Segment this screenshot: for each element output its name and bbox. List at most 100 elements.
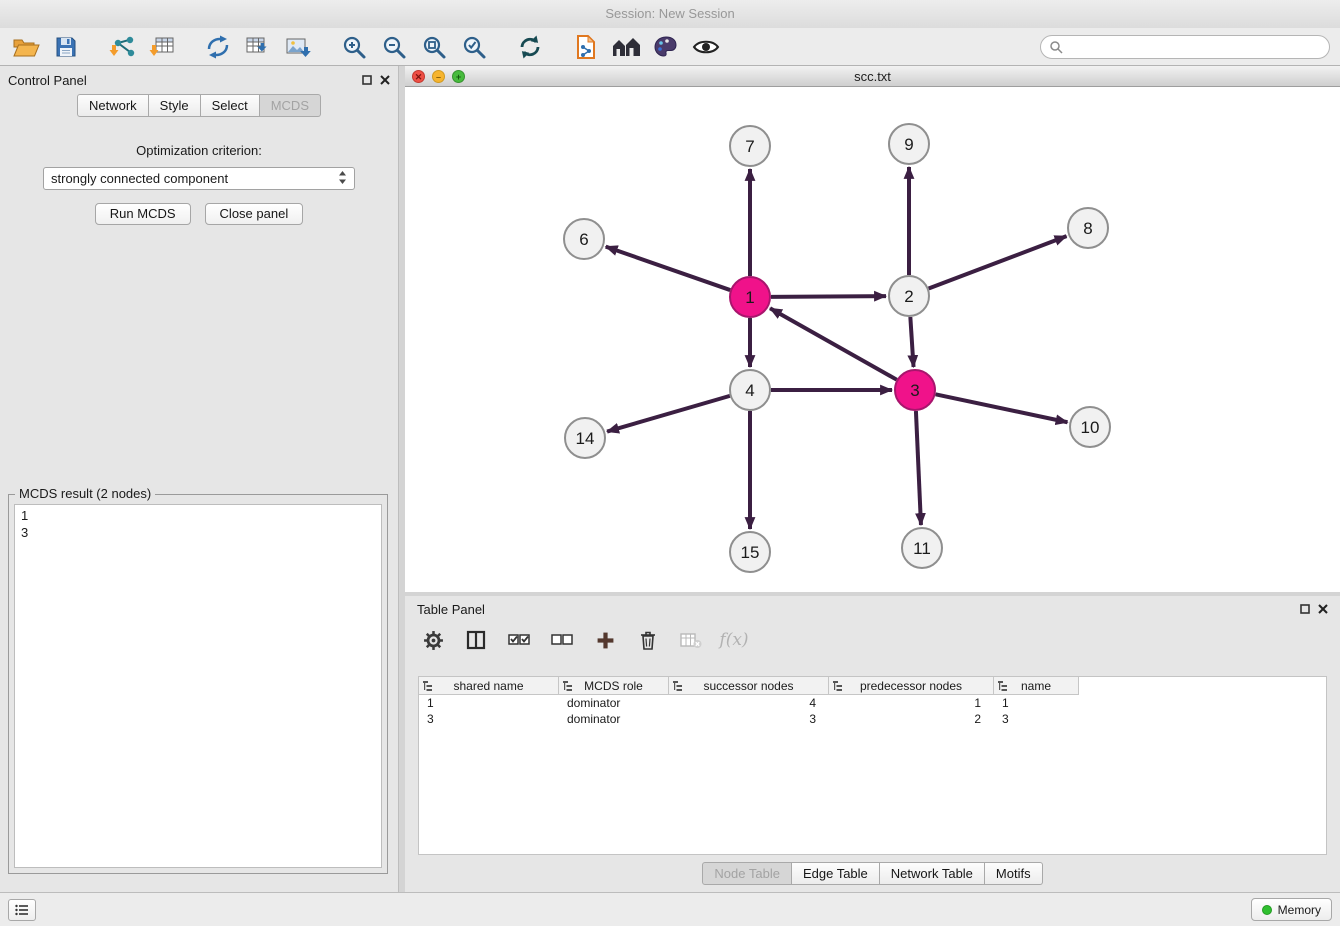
control-panel-tabs: NetworkStyleSelectMCDS bbox=[0, 94, 398, 117]
deselect-all-button[interactable] bbox=[550, 628, 574, 652]
zoom-out-icon bbox=[381, 34, 407, 60]
home-layout-button[interactable] bbox=[610, 31, 642, 63]
table-cell: 3 bbox=[669, 712, 829, 726]
window-titlebar: Session: New Session bbox=[0, 0, 1340, 28]
mcds-result-list[interactable]: 13 bbox=[14, 504, 382, 868]
criterion-dropdown[interactable]: strongly connected component bbox=[43, 167, 355, 190]
table-row[interactable]: 3dominator323 bbox=[419, 711, 1326, 727]
node-7[interactable]: 7 bbox=[730, 126, 770, 166]
add-row-button[interactable] bbox=[593, 628, 617, 652]
column-header-label: name bbox=[1021, 679, 1051, 693]
close-window-button[interactable] bbox=[412, 70, 425, 83]
tab-network[interactable]: Network bbox=[77, 94, 149, 117]
node-9[interactable]: 9 bbox=[889, 124, 929, 164]
table-tab-edge-table[interactable]: Edge Table bbox=[792, 862, 880, 885]
status-bar: Memory bbox=[0, 892, 1340, 926]
node-8[interactable]: 8 bbox=[1068, 208, 1108, 248]
edge-3-1[interactable] bbox=[770, 308, 897, 379]
save-disk-icon bbox=[54, 35, 78, 59]
node-2[interactable]: 2 bbox=[889, 276, 929, 316]
close-panel-button[interactable]: Close panel bbox=[205, 203, 304, 225]
edge-3-10[interactable] bbox=[936, 394, 1068, 422]
export-image-button[interactable] bbox=[282, 31, 314, 63]
column-header-shared-name[interactable]: shared name bbox=[419, 677, 559, 695]
float-table-panel-icon[interactable] bbox=[1300, 602, 1310, 617]
create-column-icon bbox=[466, 630, 486, 650]
node-3[interactable]: 3 bbox=[895, 370, 935, 410]
table-tab-motifs[interactable]: Motifs bbox=[985, 862, 1043, 885]
maximize-window-button[interactable] bbox=[452, 70, 465, 83]
close-table-panel-icon[interactable] bbox=[1318, 602, 1328, 617]
table-row[interactable]: 1dominator411 bbox=[419, 695, 1326, 711]
column-header-MCDS-role[interactable]: MCDS role bbox=[559, 677, 669, 695]
node-1[interactable]: 1 bbox=[730, 277, 770, 317]
node-label: 15 bbox=[741, 543, 760, 562]
node-label: 7 bbox=[745, 137, 754, 156]
edge-3-11[interactable] bbox=[916, 411, 921, 525]
close-panel-icon[interactable] bbox=[380, 73, 390, 88]
refresh-view-button[interactable] bbox=[514, 31, 546, 63]
node-10[interactable]: 10 bbox=[1070, 407, 1110, 447]
search-icon bbox=[1049, 40, 1063, 54]
table-cell: 3 bbox=[419, 712, 559, 726]
edge-4-14[interactable] bbox=[607, 396, 730, 432]
zoom-selected-button[interactable] bbox=[458, 31, 490, 63]
search-field[interactable] bbox=[1040, 35, 1330, 59]
control-panel-title: Control Panel bbox=[8, 73, 87, 88]
save-session-button[interactable] bbox=[50, 31, 82, 63]
node-15[interactable]: 15 bbox=[730, 532, 770, 572]
column-header-predecessor-nodes[interactable]: predecessor nodes bbox=[829, 677, 994, 695]
table-tab-network-table[interactable]: Network Table bbox=[880, 862, 985, 885]
open-session-button[interactable] bbox=[10, 31, 42, 63]
search-input[interactable] bbox=[1068, 38, 1321, 55]
edge-2-3[interactable] bbox=[910, 317, 913, 367]
tab-select[interactable]: Select bbox=[201, 94, 260, 117]
show-graphics-details-button[interactable] bbox=[690, 31, 722, 63]
zoom-out-button[interactable] bbox=[378, 31, 410, 63]
create-column-button[interactable] bbox=[464, 628, 488, 652]
memory-label: Memory bbox=[1278, 903, 1321, 917]
tab-mcds[interactable]: MCDS bbox=[260, 94, 321, 117]
task-history-button[interactable] bbox=[8, 899, 36, 921]
attribute-type-icon bbox=[673, 681, 683, 691]
edge-1-2[interactable] bbox=[771, 296, 886, 297]
import-network-icon bbox=[109, 35, 135, 59]
import-table-icon bbox=[149, 35, 175, 59]
table-settings-button[interactable] bbox=[421, 628, 445, 652]
node-label: 1 bbox=[745, 288, 754, 307]
function-builder-button[interactable]: f(x) bbox=[722, 628, 746, 652]
minimize-window-button[interactable] bbox=[432, 70, 445, 83]
apply-style-button[interactable] bbox=[650, 31, 682, 63]
memory-button[interactable]: Memory bbox=[1251, 898, 1332, 921]
control-panel: Control Panel NetworkStyleSelectMCDS Opt… bbox=[0, 66, 399, 892]
node-4[interactable]: 4 bbox=[730, 370, 770, 410]
export-table-button[interactable] bbox=[242, 31, 274, 63]
edge-2-8[interactable] bbox=[929, 236, 1067, 288]
node-label: 4 bbox=[745, 381, 754, 400]
import-network-button[interactable] bbox=[106, 31, 138, 63]
zoom-fit-button[interactable] bbox=[418, 31, 450, 63]
delete-column-button[interactable] bbox=[679, 628, 703, 652]
table-tab-node-table[interactable]: Node Table bbox=[702, 862, 792, 885]
memory-status-icon bbox=[1262, 905, 1272, 915]
edge-1-6[interactable] bbox=[606, 247, 730, 290]
open-network-view-button[interactable] bbox=[570, 31, 602, 63]
column-header-name[interactable]: name bbox=[994, 677, 1079, 695]
delete-row-button[interactable] bbox=[636, 628, 660, 652]
column-header-successor-nodes[interactable]: successor nodes bbox=[669, 677, 829, 695]
network-canvas[interactable]: 7 9 6 8 1 2 4 3 14 10 15 11 bbox=[405, 87, 1340, 592]
import-table-button[interactable] bbox=[146, 31, 178, 63]
zoom-in-button[interactable] bbox=[338, 31, 370, 63]
node-6[interactable]: 6 bbox=[564, 219, 604, 259]
select-all-button[interactable] bbox=[507, 628, 531, 652]
run-mcds-button[interactable]: Run MCDS bbox=[95, 203, 191, 225]
table-cell: dominator bbox=[559, 696, 669, 710]
zoom-in-icon bbox=[341, 34, 367, 60]
attribute-type-icon bbox=[833, 681, 843, 691]
node-14[interactable]: 14 bbox=[565, 418, 605, 458]
tab-style[interactable]: Style bbox=[149, 94, 201, 117]
table-cell: 2 bbox=[829, 712, 994, 726]
node-11[interactable]: 11 bbox=[902, 528, 942, 568]
float-panel-icon[interactable] bbox=[362, 73, 372, 88]
export-network-button[interactable] bbox=[202, 31, 234, 63]
